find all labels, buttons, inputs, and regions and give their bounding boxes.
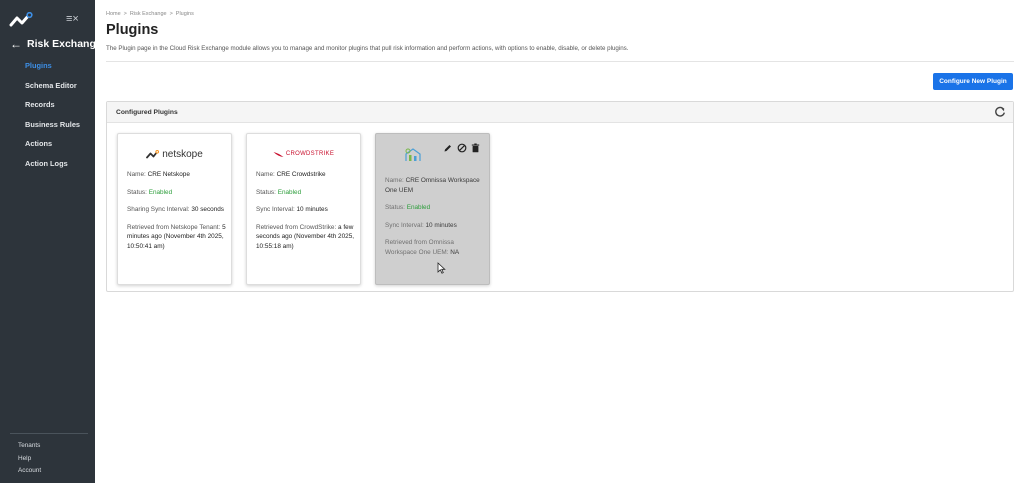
collapse-menu-icon[interactable]: ≡× — [66, 13, 79, 25]
breadcrumb-current: Plugins — [175, 11, 194, 17]
breadcrumb-home[interactable]: Home — [106, 11, 121, 17]
card-interval-label: Sharing Sync Interval: — [127, 206, 190, 214]
breadcrumb-risk-exchange[interactable]: Risk Exchange — [130, 11, 167, 17]
sidebar-footer: Tenants Help Account — [18, 440, 41, 478]
card-details: Name: CRE Netskope Status: Enabled Shari… — [127, 170, 227, 260]
card-interval: 30 seconds — [191, 206, 224, 214]
card-details: Name: CRE Crowdstrike Status: Enabled Sy… — [256, 170, 356, 260]
status-badge: Enabled — [277, 188, 302, 196]
card-retrieved-row: Retrieved from Omnissa Workspace One UEM… — [385, 238, 485, 257]
card-retrieved-label: Retrieved from CrowdStrike: — [256, 223, 337, 231]
sidebar-item-business-rules[interactable]: Business Rules — [0, 116, 95, 136]
card-status-label: Status: — [256, 188, 276, 196]
sidebar-item-schema-editor[interactable]: Schema Editor — [0, 77, 95, 97]
sidebar-nav: Plugins Schema Editor Records Business R… — [0, 57, 95, 175]
sidebar-item-help[interactable]: Help — [18, 453, 41, 466]
card-name: CRE Netskope — [147, 171, 190, 178]
card-retrieved-label: Retrieved from Netskope Tenant: — [127, 223, 221, 231]
card-name-label: Name: — [127, 171, 146, 178]
breadcrumb-separator: > — [123, 11, 127, 17]
sidebar-item-actions[interactable]: Actions — [0, 135, 95, 155]
workspace-one-logo — [376, 147, 489, 163]
card-retrieved-label: Retrieved from Omnissa Workspace One UEM… — [385, 239, 454, 256]
page-description: The Plugin page in the Cloud Risk Exchan… — [106, 45, 629, 52]
crowdstrike-logo-icon — [273, 151, 284, 157]
card-status-row: Status: Enabled — [127, 188, 227, 198]
sidebar-item-account[interactable]: Account — [18, 465, 41, 478]
card-retrieved-row: Retrieved from CrowdStrike: a few second… — [256, 223, 356, 252]
sidebar-item-records[interactable]: Records — [0, 96, 95, 116]
back-to-module[interactable]: ← Risk Exchange — [10, 37, 102, 51]
crowdstrike-logo-text: CROWDSTRIKE — [285, 151, 335, 157]
header-divider — [106, 61, 1014, 62]
card-status-row: Status: Enabled — [385, 203, 485, 213]
card-interval-row: Sync Interval: 10 minutes — [256, 205, 356, 215]
card-status-label: Status: — [385, 204, 405, 212]
card-name: CRE Crowdstrike — [276, 171, 326, 178]
back-arrow-icon: ← — [10, 37, 22, 51]
plugin-card-omnissa[interactable]: Name: CRE Omnissa Workspace One UEM Stat… — [375, 133, 490, 285]
configured-plugins-panel: Configured Plugins netskope Name: CRE Ne… — [106, 101, 1014, 292]
breadcrumb: Home > Risk Exchange > Plugins — [106, 11, 194, 17]
card-name-label: Name: — [385, 177, 404, 184]
card-interval: 10 minutes — [425, 221, 457, 229]
card-interval: 10 minutes — [296, 206, 328, 214]
panel-title: Configured Plugins — [116, 109, 178, 116]
card-name-row: Name: CRE Omnissa Workspace One UEM — [385, 176, 485, 195]
breadcrumb-separator: > — [169, 11, 173, 17]
mouse-cursor-icon — [437, 262, 446, 274]
card-interval-label: Sync Interval: — [385, 221, 424, 229]
card-interval-row: Sharing Sync Interval: 30 seconds — [127, 205, 227, 215]
plugin-card-netskope[interactable]: netskope Name: CRE Netskope Status: Enab… — [117, 133, 232, 285]
configure-new-plugin-button[interactable]: Configure New Plugin — [933, 73, 1013, 90]
netskope-logo-icon[interactable] — [9, 12, 33, 28]
page-title: Plugins — [106, 22, 159, 38]
status-badge: Enabled — [406, 204, 431, 212]
card-retrieved-row: Retrieved from Netskope Tenant: 5 minute… — [127, 223, 227, 252]
workspace-one-logo-icon — [404, 148, 421, 161]
refresh-icon[interactable] — [993, 105, 1007, 119]
module-title: Risk Exchange — [27, 38, 102, 50]
netskope-logo-icon — [146, 149, 160, 158]
card-interval-label: Sync Interval: — [256, 206, 295, 214]
netskope-logo: netskope — [118, 148, 231, 160]
sidebar-item-plugins[interactable]: Plugins — [0, 57, 95, 77]
sidebar-item-action-logs[interactable]: Action Logs — [0, 155, 95, 175]
panel-header: Configured Plugins — [107, 102, 1013, 123]
card-name-row: Name: CRE Crowdstrike — [256, 170, 356, 180]
status-badge: Enabled — [148, 188, 173, 196]
card-retrieved: NA — [450, 248, 460, 256]
sidebar-item-tenants[interactable]: Tenants — [18, 440, 41, 453]
card-status-row: Status: Enabled — [256, 188, 356, 198]
main-content: Home > Risk Exchange > Plugins Plugins The P… — [95, 0, 1024, 483]
crowdstrike-logo: CROWDSTRIKE — [247, 148, 360, 160]
netskope-logo-text: netskope — [162, 148, 203, 160]
card-name-row: Name: CRE Netskope — [127, 170, 227, 180]
card-details: Name: CRE Omnissa Workspace One UEM Stat… — [385, 176, 485, 266]
card-name-label: Name: — [256, 171, 275, 178]
card-interval-row: Sync Interval: 10 minutes — [385, 221, 485, 231]
plugin-card-crowdstrike[interactable]: CROWDSTRIKE Name: CRE Crowdstrike Status… — [246, 133, 361, 285]
sidebar-divider — [10, 433, 88, 434]
sidebar: ≡× ← Risk Exchange Plugins Schema Editor… — [0, 0, 102, 483]
card-status-label: Status: — [127, 188, 147, 196]
